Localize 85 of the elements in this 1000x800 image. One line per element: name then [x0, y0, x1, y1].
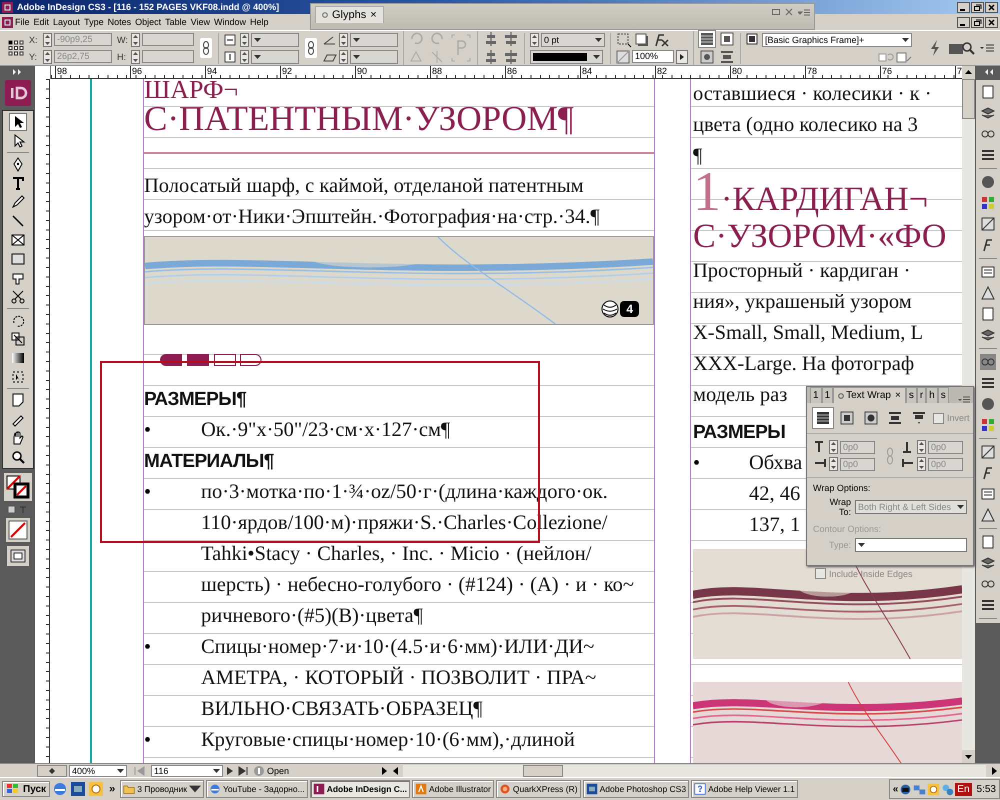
start-button[interactable]: Пуск — [2, 781, 50, 797]
zoom-dropdown[interactable]: 400% — [69, 764, 127, 776]
ruler-number: 88 — [430, 66, 505, 78]
menu-item[interactable]: Notes — [106, 16, 134, 28]
list-item-text: Круговые·спицы·номер·10·(6·мм),·длиной — [201, 728, 575, 753]
taskbar-button[interactable]: Adobe Photoshop CS3 — [582, 780, 690, 798]
weight-number: 4 — [620, 301, 639, 317]
section-heading: РАЗМЕРЫ¶ — [144, 388, 248, 412]
ruler-number: 84 — [580, 66, 655, 78]
ruler-number: 80 — [730, 66, 805, 78]
panel-tab[interactable]: Text Wrap × — [833, 387, 906, 403]
text-line: X-Small, Small, Medium, L — [693, 321, 924, 346]
menu-item[interactable]: Help — [248, 16, 271, 28]
bullet: • — [144, 480, 152, 505]
language-indicator[interactable]: En — [955, 782, 972, 796]
ruler-number: 94 — [204, 66, 280, 78]
taskbar-button[interactable]: 3 Проводник — [120, 780, 204, 798]
menu-item[interactable]: File — [13, 16, 32, 28]
field-label: Wrap To: — [828, 497, 851, 517]
taskbar-button[interactable]: Adobe Help Viewer 1.1 — [691, 780, 798, 798]
bullet: • — [144, 635, 152, 660]
list-item-text: Спицы·номер·7·и·10·(4.5·и·6·мм)·ИЛИ·ДИ~ АМЕТРА, · КОТОРЫЙ · ПОЗВОЛИТ · ПРА~ ВИЛЬНО·СВЯЗАТЬ·ОБРАЗЕЦ¶ — [201, 635, 596, 722]
stroke-weight-dropdown[interactable]: 0 pt — [541, 32, 605, 46]
field-label: X: — [29, 34, 39, 44]
text-line: модель раз — [693, 383, 788, 408]
page-dropdown[interactable]: 116 — [151, 764, 223, 776]
list-item-text: Обхва 42, 46 137, 1 — [749, 451, 802, 538]
ruler-number: 96 — [130, 66, 205, 78]
expand-button[interactable]: « — [892, 784, 898, 794]
taskbar-button[interactable]: QuarkXPress (R) — [496, 780, 581, 798]
taskbar-button[interactable]: Adobe InDesign C... — [310, 780, 410, 798]
ruler-number: 90 — [354, 66, 430, 78]
ruler-number: 92 — [280, 66, 355, 78]
panel-tab[interactable]: s — [938, 387, 949, 403]
heading: С·УЗОРОМ·«ФО — [693, 220, 946, 254]
paragraph: оставшиеся · колесики · к · цвета (одно колесико на 3 ¶ — [693, 82, 932, 169]
panel-tab[interactable]: 1 — [810, 387, 822, 403]
menu-item[interactable]: Table — [163, 16, 189, 28]
tab-close[interactable]: × — [370, 9, 377, 21]
panel-tab[interactable]: 1 — [822, 387, 834, 403]
text-line: XXX-Large. На фотограф — [693, 352, 914, 377]
ruler-number: 82 — [654, 66, 730, 78]
field-label: Y: — [29, 52, 38, 62]
taskbar-button[interactable]: YouTube - Задорно... — [206, 780, 308, 798]
menu-item[interactable]: Layout — [51, 16, 82, 28]
clock: 5:53 — [976, 784, 996, 794]
opacity-field[interactable]: 100% — [632, 50, 674, 63]
menu-item[interactable]: View — [188, 16, 212, 28]
status-text: Open — [267, 766, 290, 776]
heading: ·КАРДИГАН¬ — [721, 180, 928, 220]
field-label: W: — [117, 34, 129, 44]
section-heading: РАЗМЕРЫ — [693, 421, 786, 445]
bullet: • — [144, 728, 152, 753]
checkbox-label: Invert — [947, 413, 970, 423]
panel-tab[interactable]: h — [926, 387, 938, 403]
list-item-text: Ок.·9"x·50"/23·см·x·127·см¶ — [201, 418, 450, 443]
bullet: • — [144, 418, 152, 443]
panel-tab[interactable]: Glyphs × — [315, 6, 384, 23]
text-line: ния», украшеный узором — [693, 290, 912, 315]
section-label: Contour Options: — [812, 523, 882, 536]
checkbox-label: Include Inside Edges — [829, 568, 913, 578]
menu-item[interactable]: Object — [133, 16, 164, 28]
menu-item[interactable]: Type — [82, 16, 106, 28]
taskbar-button[interactable]: Adobe Illustrator — [412, 780, 494, 798]
text-line: Просторный · кардиган · — [693, 259, 910, 284]
object-style-dropdown[interactable]: [Basic Graphics Frame]+ — [762, 32, 912, 46]
ruler-number: 78 — [804, 66, 880, 78]
field-label: Type: — [828, 540, 851, 550]
section-heading: МАТЕРИАЛЫ¶ — [144, 450, 275, 474]
heading-number: 1 — [693, 172, 721, 212]
section-label: Wrap Options: — [812, 482, 872, 495]
bullet: • — [693, 451, 702, 476]
ruler-number: 86 — [504, 66, 580, 78]
heading: ШАРФ¬ — [144, 79, 238, 101]
ruler-number: 76 — [880, 66, 955, 78]
tab-label: Glyphs — [332, 9, 366, 21]
window-title: Adobe InDesign CS3 - [116 - 152 PAGES VKF08.indd @ 400%] — [17, 2, 280, 12]
paragraph: Полосатый шарф, с каймой, отделаной патентным узором·от·Ники·Эпштейн.·Фотография·на·стр.·34.¶ — [144, 174, 601, 230]
panel-tab[interactable]: s — [906, 387, 917, 403]
menu-item[interactable]: Window — [212, 16, 248, 28]
more-button[interactable]: » — [106, 783, 118, 795]
heading: С·ПАТЕНТНЫМ·УЗОРОМ¶ — [144, 101, 574, 137]
menu-item[interactable]: Edit — [32, 16, 52, 28]
field-label: H: — [117, 52, 127, 62]
ruler-number: 98 — [54, 66, 130, 78]
